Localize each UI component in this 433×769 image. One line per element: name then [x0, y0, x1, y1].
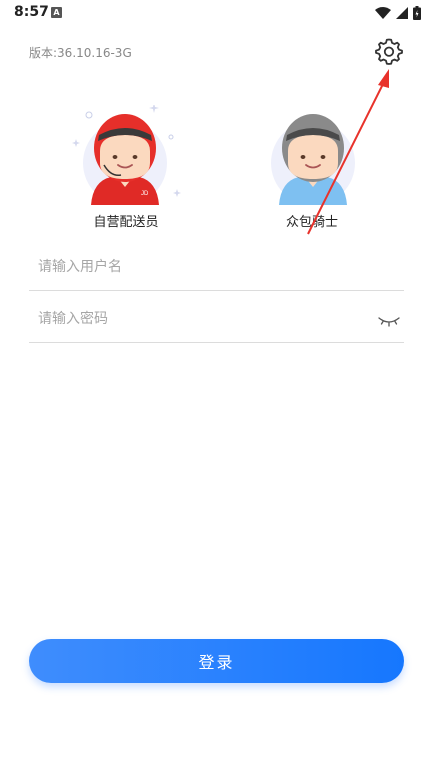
signal-icon [396, 7, 408, 19]
eye-closed-icon [378, 317, 400, 327]
username-field [29, 246, 404, 291]
role-label-self-courier: 自营配送员 [93, 215, 159, 230]
login-button[interactable]: 登录 [29, 639, 404, 683]
courier-gray-helmet-avatar [257, 105, 367, 205]
role-option-self-courier[interactable]: JD 自营配送员 [71, 103, 181, 230]
battery-icon [413, 6, 421, 20]
version-label: 版本:36.10.16-3G [29, 46, 132, 60]
status-time: 8:57 [14, 4, 49, 20]
password-input[interactable] [29, 298, 368, 340]
role-label-crowd-rider: 众包骑士 [285, 215, 338, 230]
notification-icon: A [51, 7, 62, 18]
wifi-icon [375, 7, 391, 19]
username-input[interactable] [29, 246, 368, 288]
gear-icon [375, 38, 403, 65]
status-bar: 8:57 A [0, 0, 433, 26]
svg-text:JD: JD [141, 191, 149, 197]
system-icons [375, 6, 421, 20]
password-field [29, 298, 404, 343]
role-option-crowd-rider[interactable]: 众包骑士 [257, 105, 367, 230]
settings-button[interactable] [374, 36, 404, 66]
courier-red-helmet-avatar: JD [71, 103, 181, 205]
password-visibility-toggle[interactable] [378, 312, 400, 331]
